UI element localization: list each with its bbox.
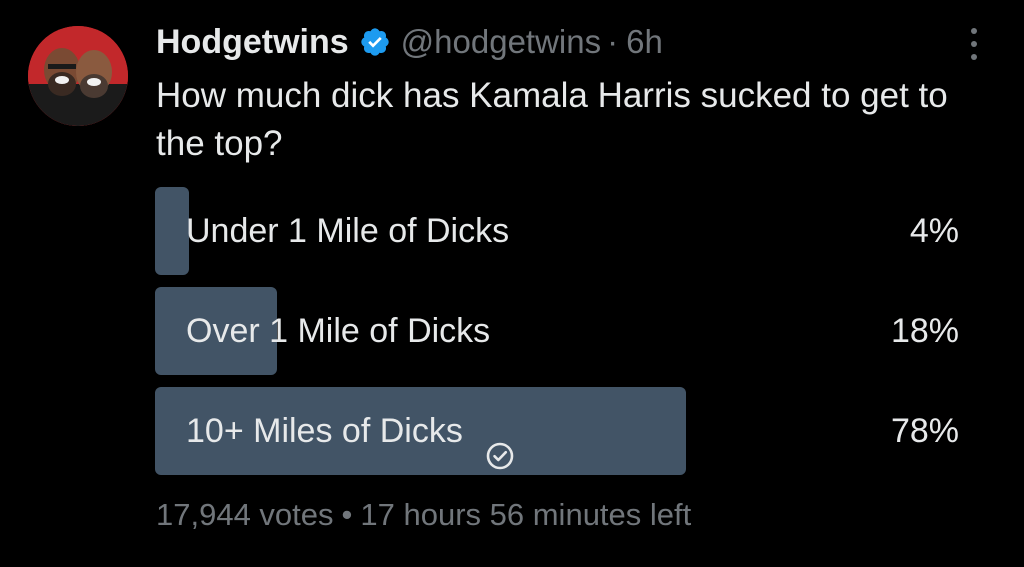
header-separator: · [607, 23, 619, 60]
avatar[interactable] [28, 26, 128, 126]
handle[interactable]: @hodgetwins [401, 23, 601, 61]
avatar-image [28, 26, 128, 126]
verified-badge-icon [359, 26, 391, 58]
vote-count: 17,944 votes [156, 497, 334, 532]
poll-option-label: 10+ Miles of Dicks [186, 387, 515, 475]
poll-option-label: Under 1 Mile of Dicks [186, 212, 510, 250]
more-options-icon[interactable] [962, 24, 986, 64]
tweet-header: Hodgetwins @hodgetwins · 6h [156, 18, 663, 66]
poll-option-label: Over 1 Mile of Dicks [186, 312, 491, 350]
time-left: 17 hours 56 minutes left [360, 497, 692, 532]
poll-option-percent: 78% [890, 412, 959, 450]
poll-footer: 17,944 votes • 17 hours 56 minutes left [156, 497, 691, 533]
display-name[interactable]: Hodgetwins [156, 23, 349, 62]
check-circle-icon [485, 416, 515, 470]
poll-option[interactable]: Under 1 Mile of Dicks 4% [155, 187, 965, 275]
poll-option-percent: 4% [909, 212, 959, 250]
poll-option[interactable]: Over 1 Mile of Dicks 18% [155, 287, 965, 375]
footer-separator: • [341, 497, 353, 532]
poll-option-percent: 18% [890, 312, 959, 350]
timestamp[interactable]: 6h [626, 23, 663, 61]
tweet-text: How much dick has Kamala Harris sucked t… [156, 76, 948, 163]
poll-bar [155, 187, 189, 275]
poll-option-selected[interactable]: 10+ Miles of Dicks 78% [155, 387, 965, 475]
